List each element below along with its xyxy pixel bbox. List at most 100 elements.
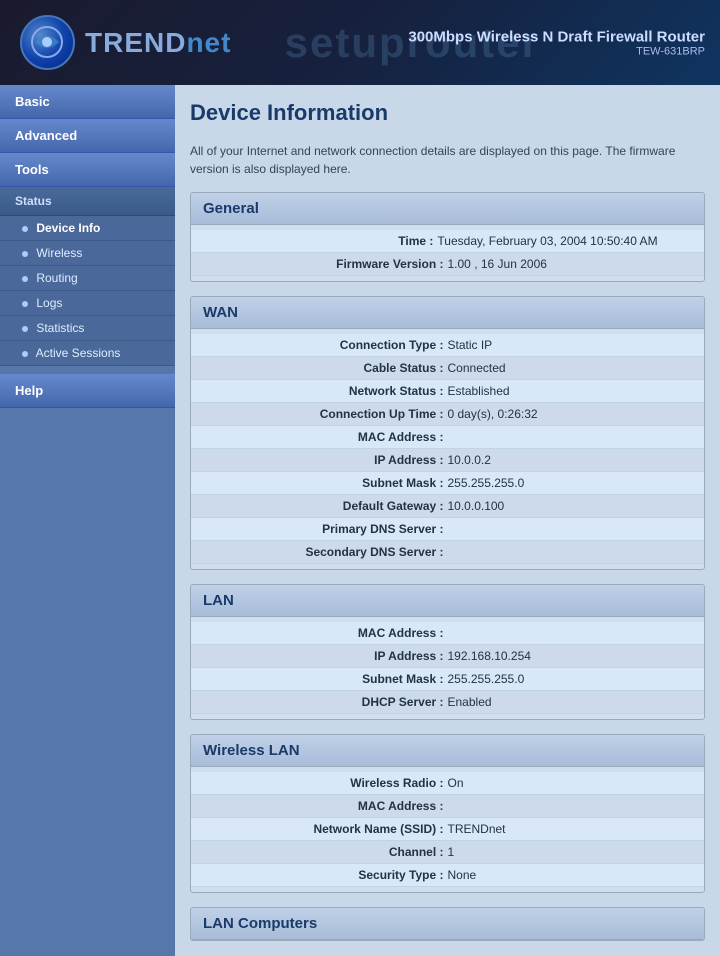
table-row: Connection Up Time : 0 day(s), 0:26:32 xyxy=(191,403,704,426)
info-value: Connected xyxy=(448,361,648,375)
table-row: Default Gateway : 10.0.0.100 xyxy=(191,495,704,518)
sidebar-item-label-device-info: Device Info xyxy=(36,221,100,235)
sidebar-item-device-info[interactable]: Device Info xyxy=(0,216,175,241)
table-row: Security Type : None xyxy=(191,864,704,887)
sidebar-btn-tools[interactable]: Tools xyxy=(0,153,175,187)
info-label: DHCP Server : xyxy=(248,695,448,709)
table-row: Cable Status : Connected xyxy=(191,357,704,380)
sidebar-item-label-statistics: Statistics xyxy=(36,321,84,335)
section-wireless-lan-body: Wireless Radio : On MAC Address : Networ… xyxy=(191,767,704,892)
sidebar-item-logs[interactable]: Logs xyxy=(0,291,175,316)
section-lan-computers: LAN Computers xyxy=(190,907,705,941)
info-label: Network Name (SSID) : xyxy=(248,822,448,836)
section-lan: LAN MAC Address : IP Address : 192.168.1… xyxy=(190,584,705,720)
sidebar-item-active-sessions[interactable]: Active Sessions xyxy=(0,341,175,366)
sidebar-item-statistics[interactable]: Statistics xyxy=(0,316,175,341)
info-value: 0 day(s), 0:26:32 xyxy=(448,407,648,421)
info-value: Static IP xyxy=(448,338,648,352)
table-row: Subnet Mask : 255.255.255.0 xyxy=(191,472,704,495)
table-row: IP Address : 10.0.0.2 xyxy=(191,449,704,472)
info-value xyxy=(448,522,648,536)
logo-text: TRENDnet xyxy=(85,27,231,59)
table-row: Subnet Mask : 255.255.255.0 xyxy=(191,668,704,691)
section-wireless-lan: Wireless LAN Wireless Radio : On MAC Add… xyxy=(190,734,705,893)
info-label: MAC Address : xyxy=(248,799,448,813)
dot-icon xyxy=(22,351,28,357)
sidebar-item-label-wireless: Wireless xyxy=(36,246,82,260)
dot-icon xyxy=(22,276,28,282)
sidebar-btn-advanced[interactable]: Advanced xyxy=(0,119,175,153)
dot-icon xyxy=(22,251,28,257)
info-label: Cable Status : xyxy=(248,361,448,375)
info-label: IP Address : xyxy=(248,649,448,663)
info-label: Secondary DNS Server : xyxy=(248,545,448,559)
info-value: 1 xyxy=(448,845,648,859)
table-row: Primary DNS Server : xyxy=(191,518,704,541)
dot-icon xyxy=(22,226,28,232)
sidebar-item-label-routing: Routing xyxy=(36,271,77,285)
header: TRENDnet setuprouter 300Mbps Wireless N … xyxy=(0,0,720,85)
info-value xyxy=(448,799,648,813)
brand-prefix: TREND xyxy=(85,27,186,58)
section-lan-computers-header: LAN Computers xyxy=(191,908,704,940)
table-row: Channel : 1 xyxy=(191,841,704,864)
info-label: MAC Address : xyxy=(248,626,448,640)
sidebar: Basic Advanced Tools Status Device Info … xyxy=(0,85,175,956)
info-label: Wireless Radio : xyxy=(248,776,448,790)
table-row: Time : Tuesday, February 03, 2004 10:50:… xyxy=(191,230,704,253)
info-value: 10.0.0.2 xyxy=(448,453,648,467)
content-area: Device Information All of your Internet … xyxy=(175,85,720,956)
info-label: Subnet Mask : xyxy=(248,672,448,686)
section-wan-body: Connection Type : Static IP Cable Status… xyxy=(191,329,704,569)
table-row: Firmware Version : 1.00 , 16 Jun 2006 xyxy=(191,253,704,276)
info-label: Default Gateway : xyxy=(248,499,448,513)
sidebar-item-wireless[interactable]: Wireless xyxy=(0,241,175,266)
section-general-header: General xyxy=(191,193,704,225)
info-value: On xyxy=(448,776,648,790)
section-general: General Time : Tuesday, February 03, 200… xyxy=(190,192,705,282)
info-value: Tuesday, February 03, 2004 10:50:40 AM xyxy=(437,234,657,248)
product-info: 300Mbps Wireless N Draft Firewall Router… xyxy=(408,28,705,57)
info-label: MAC Address : xyxy=(248,430,448,444)
info-label: Connection Type : xyxy=(248,338,448,352)
table-row: Secondary DNS Server : xyxy=(191,541,704,564)
info-value xyxy=(448,626,648,640)
info-value: Enabled xyxy=(448,695,648,709)
table-row: MAC Address : xyxy=(191,426,704,449)
info-label: Channel : xyxy=(248,845,448,859)
info-label: Firmware Version : xyxy=(248,257,448,271)
product-name: 300Mbps Wireless N Draft Firewall Router xyxy=(408,28,705,45)
sidebar-item-routing[interactable]: Routing xyxy=(0,266,175,291)
sidebar-btn-help[interactable]: Help xyxy=(0,374,175,408)
section-lan-body: MAC Address : IP Address : 192.168.10.25… xyxy=(191,617,704,719)
sidebar-btn-basic[interactable]: Basic xyxy=(0,85,175,119)
page-description: All of your Internet and network connect… xyxy=(190,142,705,178)
section-lan-header: LAN xyxy=(191,585,704,617)
info-label: Connection Up Time : xyxy=(248,407,448,421)
dot-icon xyxy=(22,326,28,332)
info-label: Network Status : xyxy=(248,384,448,398)
info-value: 255.255.255.0 xyxy=(448,476,648,490)
section-wan: WAN Connection Type : Static IP Cable St… xyxy=(190,296,705,570)
sidebar-item-label-logs: Logs xyxy=(36,296,62,310)
main-layout: Basic Advanced Tools Status Device Info … xyxy=(0,85,720,956)
table-row: IP Address : 192.168.10.254 xyxy=(191,645,704,668)
logo: TRENDnet xyxy=(20,15,231,70)
page-title: Device Information xyxy=(190,100,705,134)
info-label: Primary DNS Server : xyxy=(248,522,448,536)
table-row: Network Status : Established xyxy=(191,380,704,403)
sidebar-item-label-active-sessions: Active Sessions xyxy=(36,346,121,360)
info-value: TRENDnet xyxy=(448,822,648,836)
info-value: None xyxy=(448,868,648,882)
section-wan-header: WAN xyxy=(191,297,704,329)
info-value: 1.00 , 16 Jun 2006 xyxy=(448,257,648,271)
model-number: TEW-631BRP xyxy=(408,45,705,57)
table-row: MAC Address : xyxy=(191,795,704,818)
table-row: Wireless Radio : On xyxy=(191,772,704,795)
info-value: 10.0.0.100 xyxy=(448,499,648,513)
sidebar-section-status: Status xyxy=(0,187,175,216)
info-value xyxy=(448,430,648,444)
info-value: 255.255.255.0 xyxy=(448,672,648,686)
table-row: DHCP Server : Enabled xyxy=(191,691,704,714)
table-row: Network Name (SSID) : TRENDnet xyxy=(191,818,704,841)
